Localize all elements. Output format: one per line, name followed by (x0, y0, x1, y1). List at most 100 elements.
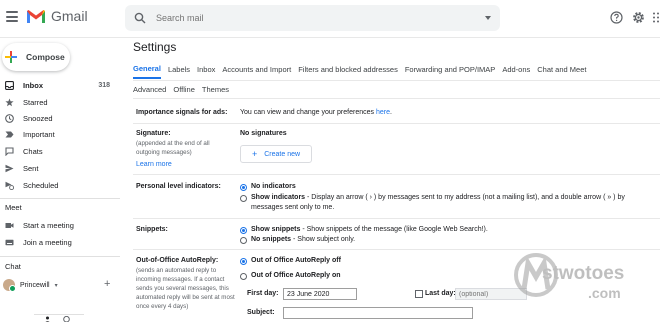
personal-indicators-label: Personal level indicators: (136, 183, 221, 190)
sidebar-item-label: Important (23, 129, 55, 139)
radio-ooo-off[interactable] (240, 258, 247, 265)
important-icon (5, 131, 14, 137)
page-title: Settings (133, 40, 177, 54)
chat-bubble-icon[interactable] (63, 316, 70, 322)
tab-advanced[interactable]: Advanced (133, 85, 166, 94)
sidebar-item-start-meeting[interactable]: Start a meeting (0, 217, 116, 233)
compose-button[interactable]: Compose (2, 43, 70, 71)
inbox-icon (5, 80, 14, 90)
send-icon (5, 164, 14, 172)
row-divider (133, 123, 660, 124)
gmail-m-icon (27, 9, 45, 23)
sidebar-item-label: Scheduled (23, 180, 59, 190)
sidebar-item-starred[interactable]: Starred (0, 94, 116, 110)
tab-accounts-and-import[interactable]: Accounts and Import (222, 65, 291, 78)
avatar (3, 279, 16, 292)
show-indicators-description-2: messages sent only to me. (251, 204, 335, 211)
radio-no-indicators[interactable] (240, 184, 247, 191)
chevron-down-icon[interactable]: ▾ (55, 282, 58, 289)
gmail-logo[interactable]: Gmail (26, 8, 88, 24)
tab-chat-and-meet[interactable]: Chat and Meet (537, 65, 586, 78)
settings-tabs-row2: Advanced Offline Themes (133, 85, 236, 94)
subject-label: Subject: (247, 309, 275, 316)
sidebar-divider (0, 256, 120, 257)
chat-user-name: Princewill (20, 281, 50, 289)
sidebar-item-label: Snoozed (23, 113, 53, 123)
show-snippets-label: Show snippets - Show snippets of the mes… (251, 226, 488, 233)
sidebar-item-label: Sent (23, 163, 39, 173)
menu-icon[interactable] (6, 11, 18, 22)
radio-ooo-on[interactable] (240, 273, 247, 280)
schedule-icon (5, 181, 14, 190)
tab-inbox[interactable]: Inbox (197, 65, 215, 78)
sidebar-item-join-meeting[interactable]: Join a meeting (0, 234, 116, 250)
help-icon[interactable] (610, 11, 623, 24)
keyboard-icon (5, 239, 14, 245)
importance-link[interactable]: here (376, 109, 390, 116)
sidebar-item-label: Starred (23, 97, 48, 107)
tab-offline[interactable]: Offline (173, 85, 195, 94)
ooo-on-label: Out of Office AutoReply on (251, 272, 341, 279)
show-indicators-description: - Display an arrow ( › ) by messages sen… (305, 194, 625, 201)
person-icon[interactable] (44, 316, 51, 322)
radio-no-snippets[interactable] (240, 237, 247, 244)
last-day-label: Last day: (425, 290, 456, 297)
subject-input[interactable] (283, 307, 473, 319)
sidebar-item-label: Start a meeting (23, 220, 74, 230)
plus-icon: + (251, 149, 258, 159)
tab-filters[interactable]: Filters and blocked addresses (298, 65, 398, 78)
clock-icon (5, 113, 14, 123)
video-icon (5, 222, 14, 228)
watermark-suffix: .com (588, 285, 621, 301)
last-day-checkbox[interactable] (415, 290, 423, 298)
row-divider (133, 174, 660, 175)
watermark-logo: stwotoes .com (510, 243, 660, 313)
radio-show-snippets[interactable] (240, 227, 247, 234)
search-options-icon[interactable] (485, 16, 491, 20)
create-signature-button[interactable]: + Create new (240, 145, 312, 163)
show-indicators-title: Show indicators (251, 194, 306, 201)
create-signature-label: Create new (264, 150, 301, 158)
sidebar-item-label: Join a meeting (23, 237, 72, 247)
apps-icon[interactable] (652, 11, 660, 24)
no-snippets-label: No snippets - Show subject only. (251, 236, 355, 243)
signature-value: No signatures (240, 130, 287, 137)
add-chat-icon[interactable]: + (104, 278, 110, 290)
app-name: Gmail (51, 8, 88, 24)
no-snippets-description: - Show subject only. (291, 236, 356, 243)
chat-user[interactable]: Princewill ▾ (3, 279, 58, 292)
tab-general[interactable]: General (133, 64, 161, 79)
ooo-sublabel: (sends an automated reply to incoming me… (136, 267, 235, 310)
learn-more-link[interactable]: Learn more (136, 161, 172, 168)
importance-text: You can view and change your preferences… (240, 109, 392, 116)
sidebar-divider (0, 198, 120, 199)
ooo-label: Out-of-Office AutoReply: (136, 257, 219, 264)
first-day-input[interactable] (283, 288, 357, 300)
sidebar-item-important[interactable]: Important (0, 126, 116, 142)
search-icon[interactable] (134, 12, 146, 24)
plus-icon (5, 51, 17, 63)
tab-forwarding[interactable]: Forwarding and POP/IMAP (405, 65, 495, 78)
radio-show-indicators[interactable] (240, 195, 247, 202)
ooo-off-label: Out of Office AutoReply off (251, 257, 341, 264)
tab-labels[interactable]: Labels (168, 65, 190, 78)
search-input[interactable] (156, 13, 476, 23)
top-bar: Gmail (0, 0, 660, 38)
sidebar-item-scheduled[interactable]: Scheduled (0, 177, 116, 193)
tabs-divider (133, 80, 660, 81)
sidebar-item-snoozed[interactable]: Snoozed (0, 110, 116, 126)
row-divider (133, 218, 660, 219)
gear-icon[interactable] (632, 11, 645, 24)
sidebar-item-sent[interactable]: Sent (0, 160, 116, 176)
snippets-label: Snippets: (136, 226, 168, 233)
search-bar (125, 5, 500, 31)
compose-label: Compose (26, 52, 65, 62)
tab-add-ons[interactable]: Add-ons (502, 65, 530, 78)
sidebar: Compose Inbox 318 Starred Snoozed Import… (0, 38, 120, 322)
show-snippets-title: Show snippets (251, 226, 301, 233)
sidebar-item-inbox[interactable]: Inbox 318 (0, 77, 116, 93)
tab-themes[interactable]: Themes (202, 85, 229, 94)
no-indicators-label: No indicators (251, 183, 296, 190)
sidebar-item-chats[interactable]: Chats (0, 143, 116, 159)
tabs-divider (133, 98, 660, 99)
